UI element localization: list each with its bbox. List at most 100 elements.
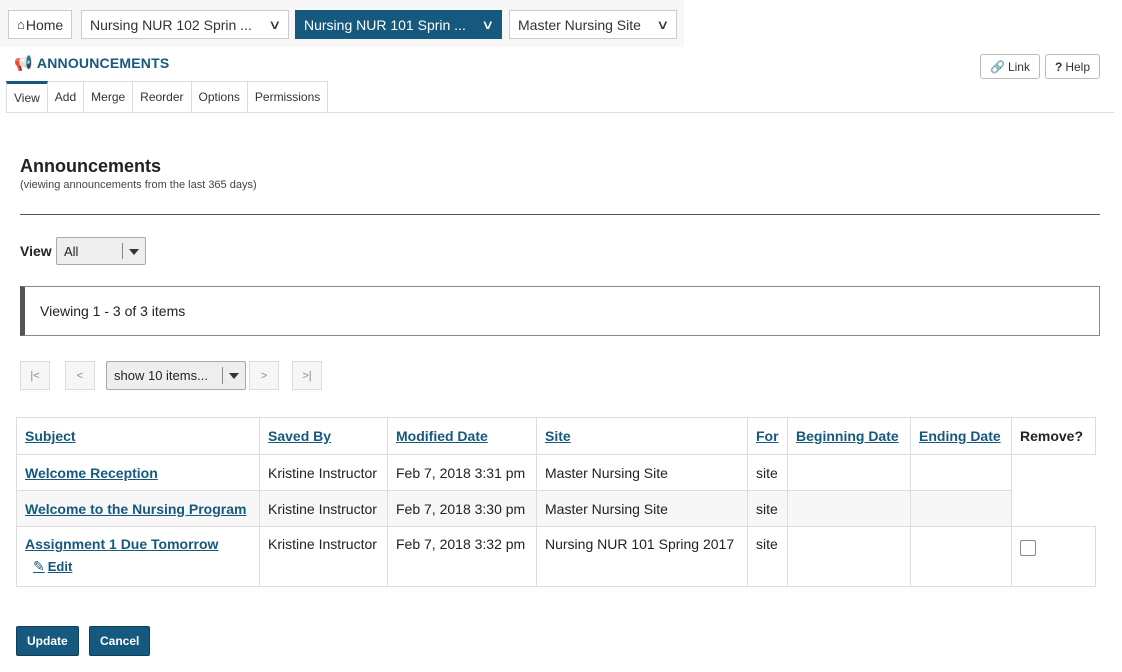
for-cell: site [747,526,788,587]
site-cell: Master Nursing Site [536,490,748,527]
tab-view[interactable]: View [6,81,48,113]
col-saved-by[interactable]: Saved By [259,417,388,455]
chevron-down-icon[interactable]: ∨ [482,17,495,33]
col-site[interactable]: Site [536,417,748,455]
page-subnote: (viewing announcements from the last 365… [20,179,257,191]
link-icon: 🔗 [990,59,1005,74]
edit-icon: ✎ [33,558,45,574]
col-modified-date[interactable]: Modified Date [387,417,537,455]
megaphone-icon: 📢 [14,55,33,72]
site-cell: Nursing NUR 101 Spring 2017 [536,526,748,587]
select-divider [122,243,123,259]
tab-reorder[interactable]: Reorder [133,81,192,113]
caret-down-icon [229,373,239,379]
for-cell: site [747,454,788,491]
announcements-table: Subject Saved By Modified Date Site For … [16,417,1096,587]
subject-link[interactable]: Assignment 1 Due Tomorrow [25,536,218,552]
edit-link[interactable]: ✎ Edit [33,558,72,575]
sort-modified-link[interactable]: Modified Date [396,428,488,444]
caret-down-icon [129,249,139,255]
sort-for-link[interactable]: For [756,428,779,444]
home-link[interactable]: ⌂ Home [8,10,73,39]
col-remove: Remove? [1011,417,1096,455]
prev-page-button[interactable]: < [65,361,95,390]
sort-saved-by-link[interactable]: Saved By [268,428,331,444]
subject-link[interactable]: Welcome Reception [25,465,158,481]
chevron-down-icon[interactable]: ∨ [657,17,670,33]
ending-cell [910,526,1012,587]
site-cell: Master Nursing Site [536,454,748,491]
site-tab-nur101[interactable]: Nursing NUR 101 Sprin ... ∨ [295,10,502,39]
col-beginning-date[interactable]: Beginning Date [787,417,911,455]
ending-cell [910,454,1012,491]
sort-site-link[interactable]: Site [545,428,571,444]
col-for[interactable]: For [747,417,788,455]
beginning-cell [787,490,911,527]
link-button[interactable]: 🔗 Link [980,54,1040,79]
update-button[interactable]: Update [16,626,79,656]
modified-cell: Feb 7, 2018 3:30 pm [387,490,537,527]
tab-merge[interactable]: Merge [84,81,134,113]
table-row: Welcome Reception Kristine Instructor Fe… [16,454,1096,527]
ending-cell [910,490,1012,527]
tool-title-text: ANNOUNCEMENTS [36,55,170,71]
table-header-row: Subject Saved By Modified Date Site For … [16,417,1096,455]
tabs-divider [6,112,1114,113]
first-page-button[interactable]: |< [20,361,50,390]
home-icon: ⌂ [17,17,25,32]
col-ending-date[interactable]: Ending Date [910,417,1012,455]
item-count-info: Viewing 1 - 3 of 3 items [20,286,1100,336]
sort-beginning-link[interactable]: Beginning Date [796,428,899,444]
subject-cell: Welcome to the Nursing Program [16,490,260,527]
edit-link-label: Edit [47,559,73,574]
sort-subject-link[interactable]: Subject [25,428,76,444]
beginning-cell [787,454,911,491]
tool-nav-tabs: View Add Merge Reorder Options Permissio… [6,81,329,113]
site-tab-label: Nursing NUR 101 Sprin ... [304,16,466,33]
select-divider [222,367,223,384]
subject-cell: Welcome Reception [16,454,260,491]
page-title: Announcements [20,156,162,176]
tool-title: 📢 ANNOUNCEMENTS [14,54,169,72]
col-subject[interactable]: Subject [16,417,260,455]
home-label: Home [25,16,64,33]
sort-ending-link[interactable]: Ending Date [919,428,1001,444]
help-icon: ? [1055,59,1063,74]
view-filter-value: All [64,243,79,259]
saved-by-cell: Kristine Instructor [259,526,388,587]
saved-by-cell: Kristine Instructor [259,490,388,527]
tab-permissions[interactable]: Permissions [247,81,329,113]
beginning-cell [787,526,911,587]
site-tab-nur102[interactable]: Nursing NUR 102 Sprin ... ∨ [81,10,289,39]
tab-add[interactable]: Add [47,81,85,113]
site-tab-master-nursing[interactable]: Master Nursing Site ∨ [509,10,677,39]
remove-cell [1011,526,1096,587]
site-tab-label: Master Nursing Site [518,16,641,33]
subject-cell: Assignment 1 Due Tomorrow ✎ Edit [16,526,260,587]
help-button[interactable]: ? Help [1045,54,1101,79]
next-page-button[interactable]: > [249,361,279,390]
link-button-label: Link [1007,59,1030,74]
view-filter-label: View [20,243,52,259]
for-cell: site [747,490,788,527]
item-count-text: Viewing 1 - 3 of 3 items [40,303,186,319]
saved-by-cell: Kristine Instructor [259,454,388,491]
view-filter-select[interactable]: All [56,237,146,265]
page-size-value: show 10 items... [114,368,208,383]
divider [20,214,1100,215]
page-size-select[interactable]: show 10 items... [106,361,246,390]
remove-cell-empty [1011,454,1096,527]
chevron-down-icon[interactable]: ∨ [269,17,282,33]
last-page-button[interactable]: >| [292,361,322,390]
table-row: Assignment 1 Due Tomorrow ✎ Edit Kristin… [16,526,1096,587]
table-row: Welcome to the Nursing Program Kristine … [16,490,1096,527]
subject-link[interactable]: Welcome to the Nursing Program [25,501,246,517]
remove-checkbox[interactable] [1020,540,1036,556]
modified-cell: Feb 7, 2018 3:31 pm [387,454,537,491]
tab-options[interactable]: Options [191,81,248,113]
modified-cell: Feb 7, 2018 3:32 pm [387,526,537,587]
site-tab-label: Nursing NUR 102 Sprin ... [90,16,252,33]
site-bar: ⌂ Home Nursing NUR 102 Sprin ... ∨ Nursi… [0,0,684,47]
cancel-button[interactable]: Cancel [89,626,151,656]
help-button-label: Help [1065,59,1091,74]
